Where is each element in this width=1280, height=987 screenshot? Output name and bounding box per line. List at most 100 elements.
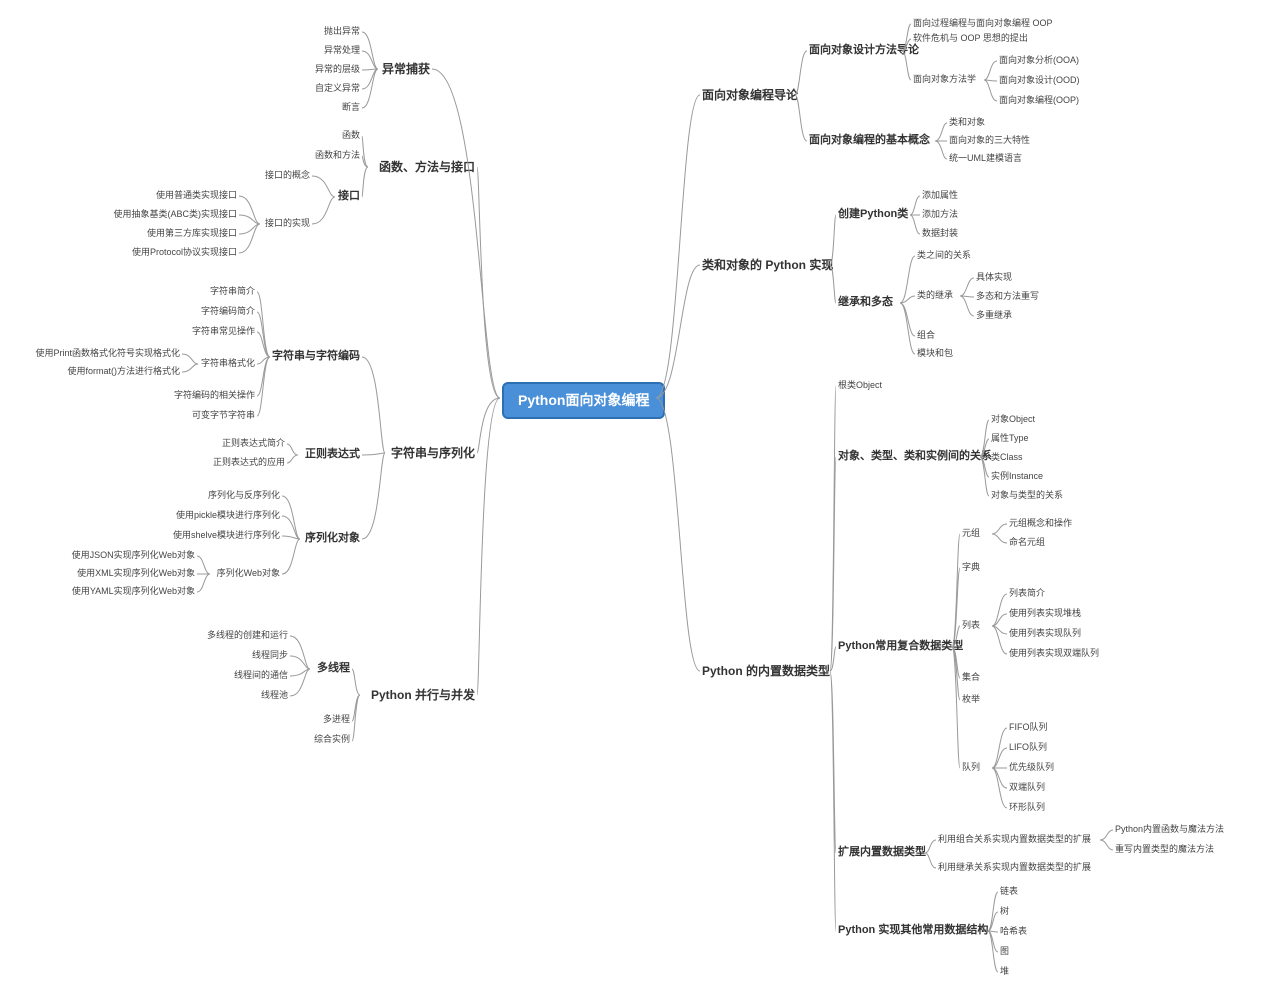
r-b2-c2-d4: 模块和包 xyxy=(917,348,953,359)
r-b1-c2-0: 类和对象 xyxy=(949,117,985,128)
l-b2-c1: 函数 xyxy=(342,130,360,141)
r-b1-c1-d1: 面向过程编程与面向对象编程 OOP xyxy=(913,18,1053,29)
r-b3-c2-3: 实例Instance xyxy=(991,471,1043,482)
r-b2-c2-d2-1: 多态和方法重写 xyxy=(976,291,1039,302)
l-b2-c3-d2-0: 使用普通类实现接口 xyxy=(156,190,237,201)
r-b3-c2-0: 对象Object xyxy=(991,414,1035,425)
r-b3-c5-1: 树 xyxy=(1000,906,1009,917)
l-b3-c2-0: 正则表达式简介 xyxy=(222,438,285,449)
r-b3-c5-2: 哈希表 xyxy=(1000,926,1027,937)
l-b4-c2: 多进程 xyxy=(323,714,350,725)
r-b3-c3-d6-2: 优先级队列 xyxy=(1009,762,1054,773)
r-b3-c3-d6-1: LIFO队列 xyxy=(1009,742,1047,753)
l-b4-c1-0: 多线程的创建和运行 xyxy=(207,630,288,641)
r-b3-c4: 扩展内置数据类型 xyxy=(838,846,926,859)
l-b3-c2: 正则表达式 xyxy=(305,448,360,461)
l-b4-c1-3: 线程池 xyxy=(261,690,288,701)
l-b3-c3-d2: 使用pickle模块进行序列化 xyxy=(176,510,280,521)
l-b1-4: 断言 xyxy=(342,102,360,113)
l-b1-0: 抛出异常 xyxy=(324,26,360,37)
r-b2-c2-d2-0: 具体实现 xyxy=(976,272,1012,283)
l-b3-c3-d4: 序列化Web对象 xyxy=(217,568,280,579)
r-b3-c4-d1-0: Python内置函数与魔法方法 xyxy=(1115,824,1224,835)
r-b3-c2-1: 属性Type xyxy=(991,433,1029,444)
r-b2-c2-d2: 类的继承 xyxy=(917,290,953,301)
l-b2-c3-d2-2: 使用第三方库实现接口 xyxy=(147,228,237,239)
r-b3-c4-d2: 利用继承关系实现内置数据类型的扩展 xyxy=(938,862,1091,873)
l-b4-c1: 多线程 xyxy=(317,662,350,675)
r-b2-c1-2: 数据封装 xyxy=(922,228,958,239)
l-b3-c1-d2: 字符编码简介 xyxy=(201,306,255,317)
r-b1-c1-d3-0: 面向对象分析(OOA) xyxy=(999,55,1079,66)
r-b3-c3-d6: 队列 xyxy=(962,762,980,773)
r-b2-c1: 创建Python类 xyxy=(838,208,908,221)
l-b3-c3-d4-0: 使用JSON实现序列化Web对象 xyxy=(72,550,195,561)
r-b2-c2-d2-2: 多重继承 xyxy=(976,310,1012,321)
r-b1-c2: 面向对象编程的基本概念 xyxy=(809,134,930,147)
l-b3-c1-d4-0: 使用Print函数格式化符号实现格式化 xyxy=(35,348,180,359)
r-b3-c5-3: 图 xyxy=(1000,946,1009,957)
r-b3-c2-4: 对象与类型的关系 xyxy=(991,490,1063,501)
r-b3-c3: Python常用复合数据类型 xyxy=(838,640,963,653)
r-b2-c1-0: 添加属性 xyxy=(922,190,958,201)
r-b1-c1-d2: 软件危机与 OOP 思想的提出 xyxy=(913,33,1028,44)
r-b1-c1-d3: 面向对象方法学 xyxy=(913,74,976,85)
l-b3-c1-d1: 字符串简介 xyxy=(210,286,255,297)
r-b1-c1-d3-1: 面向对象设计(OOD) xyxy=(999,75,1080,86)
r-b3-c1: 根类Object xyxy=(838,380,882,391)
l-b1-3: 自定义异常 xyxy=(315,83,360,94)
r-b3-c3-d3-3: 使用列表实现双端队列 xyxy=(1009,648,1099,659)
r-b3-c3-d3: 列表 xyxy=(962,620,980,631)
l-b2-c3: 接口 xyxy=(338,190,360,203)
l-b2-c2: 函数和方法 xyxy=(315,150,360,161)
r-b3-c3-d6-4: 环形队列 xyxy=(1009,802,1045,813)
r-b3-c5: Python 实现其他常用数据结构 xyxy=(838,924,988,937)
l-b3-c3: 序列化对象 xyxy=(305,532,360,545)
l-b3-c1-d4-1: 使用format()方法进行格式化 xyxy=(67,366,180,377)
r-b2-c2-d3: 组合 xyxy=(917,330,935,341)
l-b3-c1-d5: 字符编码的相关操作 xyxy=(174,390,255,401)
r-b3-c5-0: 链表 xyxy=(1000,886,1018,897)
r-b3-c3-d2: 字典 xyxy=(962,562,980,573)
l-b2-c3-d1: 接口的概念 xyxy=(265,170,310,181)
l-b1-1: 异常处理 xyxy=(324,45,360,56)
r-b3-c5-4: 堆 xyxy=(1000,966,1009,977)
r-b3-c3-d3-2: 使用列表实现队列 xyxy=(1009,628,1081,639)
l-b3-c3-d4-2: 使用YAML实现序列化Web对象 xyxy=(72,586,195,597)
r-b3-c3-d6-3: 双端队列 xyxy=(1009,782,1045,793)
r-b1-c2-1: 面向对象的三大特性 xyxy=(949,135,1030,146)
r-b3-c2: 对象、类型、类和实例间的关系 xyxy=(838,450,992,463)
r-b3-c3-d5: 枚举 xyxy=(962,694,980,705)
r-b1-c2-2: 统一UML建模语言 xyxy=(949,153,1022,164)
r-b3-c4-d1-1: 重写内置类型的魔法方法 xyxy=(1115,844,1214,855)
r-b3-c4-d1: 利用组合关系实现内置数据类型的扩展 xyxy=(938,834,1091,845)
r-b2: 类和对象的 Python 实现 xyxy=(702,258,833,272)
l-b2-c3-d2-1: 使用抽象基类(ABC类)实现接口 xyxy=(113,209,237,220)
l-b3-c1: 字符串与字符编码 xyxy=(272,350,360,363)
r-b3-c3-d3-1: 使用列表实现堆栈 xyxy=(1009,608,1081,619)
r-b3-c3-d4: 集合 xyxy=(962,672,980,683)
l-b3: 字符串与序列化 xyxy=(391,446,475,460)
r-b2-c1-1: 添加方法 xyxy=(922,209,958,220)
l-b3-c1-d6: 可变字节字符串 xyxy=(192,410,255,421)
r-b3-c3-d1-0: 元组概念和操作 xyxy=(1009,518,1072,529)
l-b3-c3-d4-1: 使用XML实现序列化Web对象 xyxy=(77,568,195,579)
r-b3-c2-2: 类Class xyxy=(991,452,1023,463)
r-b1-c1-d3-2: 面向对象编程(OOP) xyxy=(999,95,1079,106)
l-b2-c3-d2-3: 使用Protocol协议实现接口 xyxy=(132,247,237,258)
l-b3-c1-d3: 字符串常见操作 xyxy=(192,326,255,337)
r-b3-c3-d6-0: FIFO队列 xyxy=(1009,722,1048,733)
l-b4-c3: 综合实例 xyxy=(314,734,350,745)
r-b1-c1: 面向对象设计方法导论 xyxy=(809,44,919,57)
l-b3-c1-d4: 字符串格式化 xyxy=(201,358,255,369)
r-b3-c3-d3-0: 列表简介 xyxy=(1009,588,1045,599)
l-b3-c2-1: 正则表达式的应用 xyxy=(213,457,285,468)
l-b4-c1-2: 线程间的通信 xyxy=(234,670,288,681)
l-b4: Python 并行与并发 xyxy=(371,688,475,702)
l-b3-c3-d3: 使用shelve模块进行序列化 xyxy=(173,530,280,541)
l-b2: 函数、方法与接口 xyxy=(379,160,475,174)
l-b1-2: 异常的层级 xyxy=(315,64,360,75)
r-b2-c2-d1: 类之间的关系 xyxy=(917,250,971,261)
r-b1: 面向对象编程导论 xyxy=(702,88,798,102)
r-b3: Python 的内置数据类型 xyxy=(702,664,830,678)
